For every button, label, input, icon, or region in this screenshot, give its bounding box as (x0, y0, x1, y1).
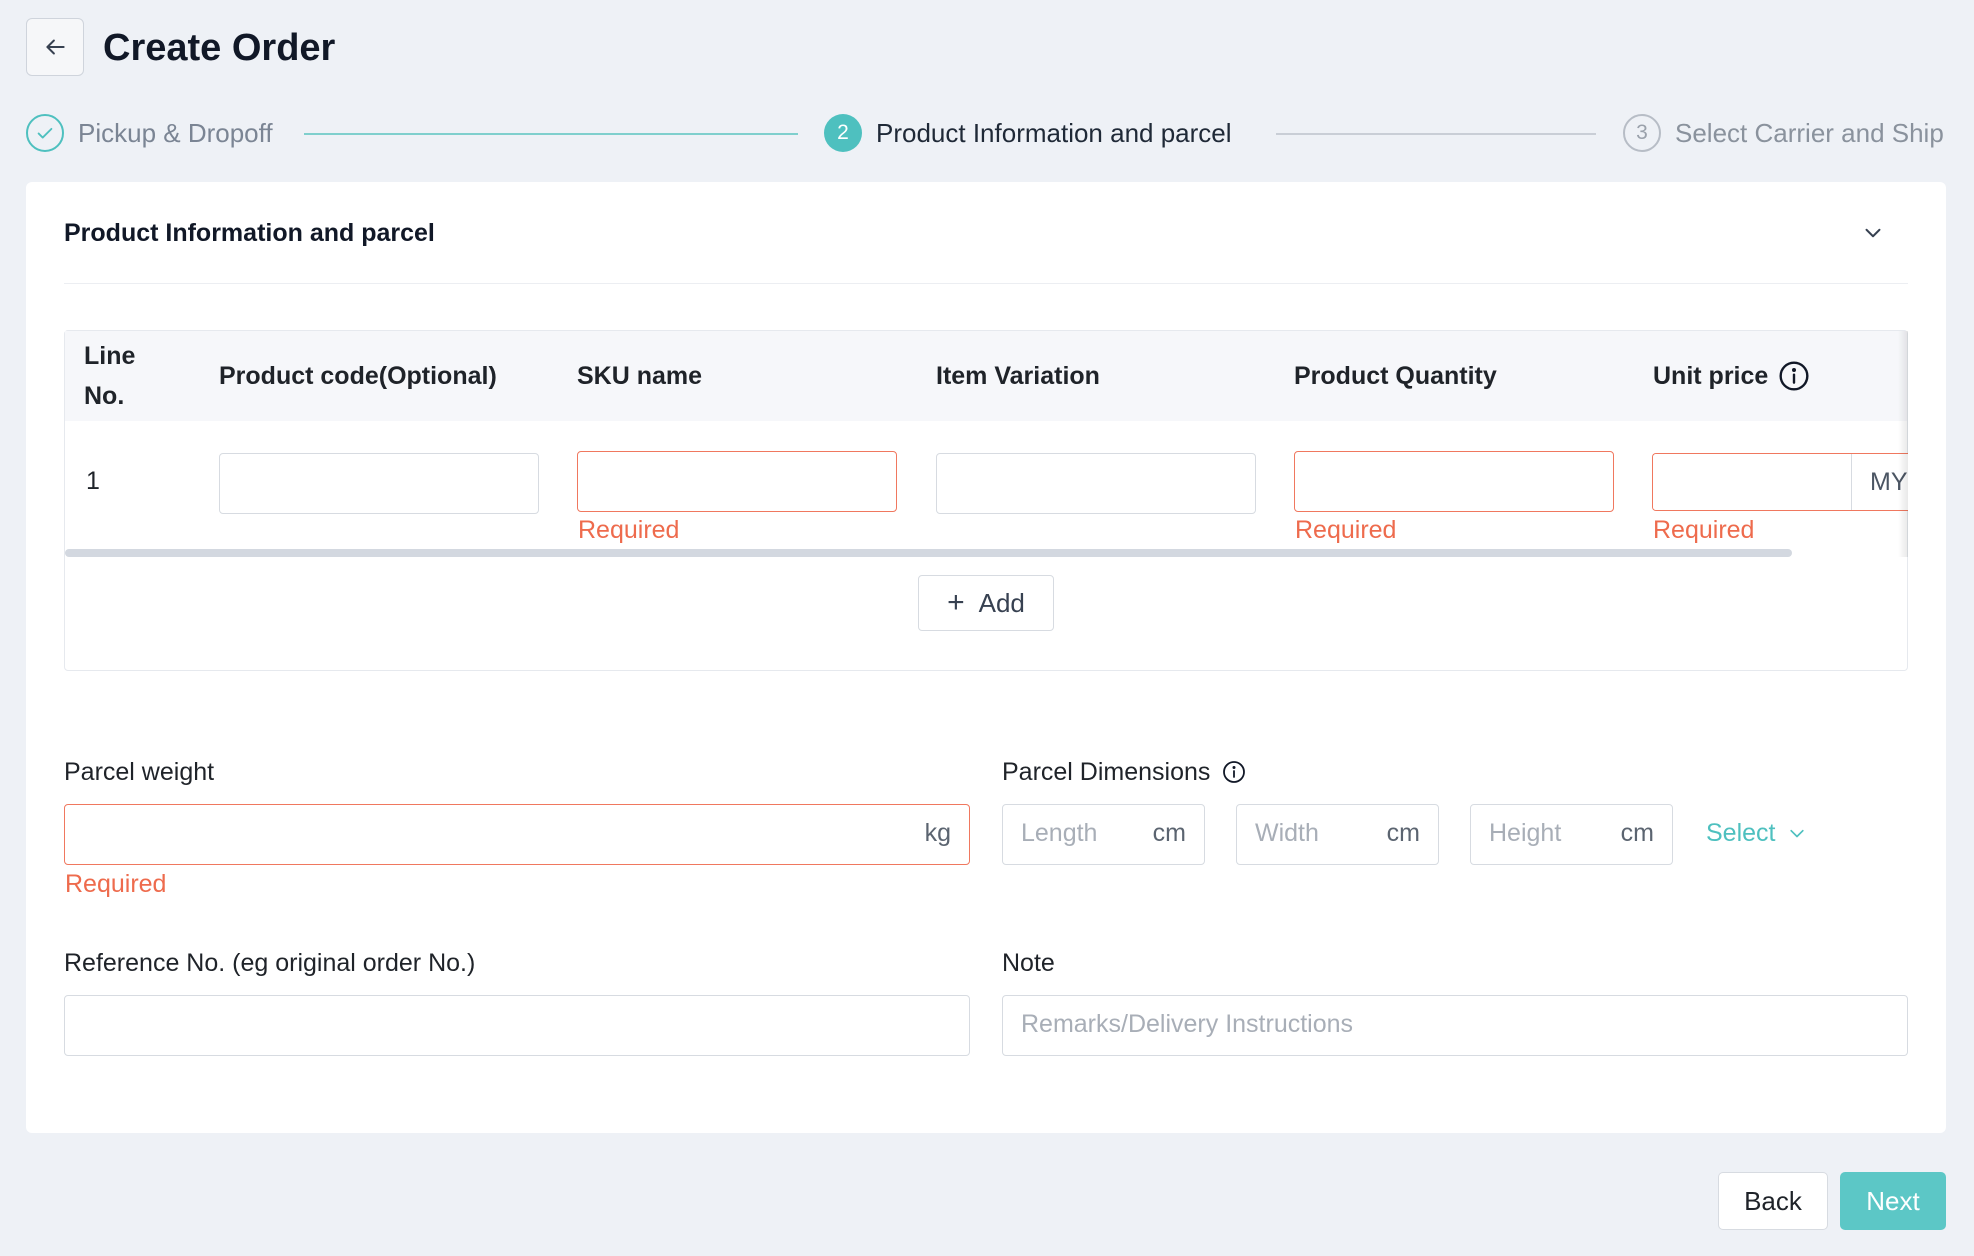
width-unit: cm (1386, 819, 1420, 847)
length-placeholder: Length (1021, 819, 1098, 847)
scroll-shadow (1898, 331, 1908, 557)
column-header-line-no: Line No. (84, 342, 136, 410)
back-button[interactable]: Back (1718, 1172, 1828, 1230)
column-header-unit-price: Unit price (1653, 356, 1810, 396)
unit-price-field: MYR (1652, 453, 1908, 511)
step-number-badge: 2 (824, 114, 862, 152)
parcel-dimensions-label: Parcel Dimensions (1002, 756, 1246, 788)
sku-name-input[interactable] (577, 451, 897, 512)
divider (64, 283, 1908, 284)
product-quantity-error: Required (1295, 516, 1397, 544)
add-label: Add (978, 587, 1025, 618)
width-placeholder: Width (1255, 819, 1319, 847)
column-header-product-quantity: Product Quantity (1294, 362, 1497, 390)
sku-name-error: Required (578, 516, 680, 544)
plus-icon: + (947, 586, 965, 619)
column-header-product-code: Product code(Optional) (219, 362, 497, 390)
section-title: Product Information and parcel (64, 219, 435, 247)
item-variation-input[interactable] (936, 453, 1256, 514)
unit-price-input[interactable] (1653, 454, 1851, 510)
height-unit: cm (1620, 819, 1654, 847)
step-label: Pickup & Dropoff (78, 117, 273, 148)
step-product-information[interactable]: 2 Product Information and parcel (824, 113, 1232, 153)
unit-price-error: Required (1653, 516, 1755, 544)
column-header-sku-name: SKU name (577, 362, 703, 390)
note-placeholder: Remarks/Delivery Instructions (1021, 1010, 1354, 1038)
row-line-number: 1 (86, 467, 100, 495)
horizontal-scrollbar[interactable] (65, 549, 1792, 557)
step-label: Product Information and parcel (876, 117, 1232, 148)
dimension-preset-select[interactable]: Select (1706, 819, 1807, 848)
product-code-input[interactable] (219, 453, 539, 514)
column-header-item-variation: Item Variation (936, 362, 1100, 390)
step-pickup-dropoff[interactable]: Pickup & Dropoff (26, 113, 273, 153)
info-icon[interactable] (1222, 760, 1246, 784)
chevron-down-icon (1790, 829, 1805, 837)
step-number-badge: 3 (1623, 114, 1661, 152)
info-icon[interactable] (1778, 360, 1810, 392)
height-placeholder: Height (1489, 819, 1562, 847)
width-field[interactable]: Width cm (1236, 804, 1439, 865)
check-circle-icon (26, 114, 64, 152)
add-row-button[interactable]: + Add (918, 575, 1054, 631)
step-select-carrier[interactable]: 3 Select Carrier and Ship (1623, 113, 1944, 153)
next-button[interactable]: Next (1840, 1172, 1946, 1230)
reference-no-label: Reference No. (eg original order No.) (64, 949, 476, 977)
step-label: Select Carrier and Ship (1675, 117, 1944, 148)
parcel-weight-error: Required (65, 870, 167, 898)
height-field[interactable]: Height cm (1470, 804, 1673, 865)
page-title: Create Order (103, 27, 336, 69)
note-field[interactable]: Remarks/Delivery Instructions (1002, 995, 1908, 1056)
product-quantity-input[interactable] (1294, 451, 1614, 512)
note-label: Note (1002, 949, 1055, 977)
weight-unit: kg (924, 819, 951, 847)
parcel-weight-input[interactable] (65, 805, 834, 864)
back-arrow-button[interactable] (26, 18, 84, 76)
step-connector (304, 133, 798, 135)
select-label: Select (1706, 819, 1776, 847)
parcel-weight-label: Parcel weight (64, 758, 215, 786)
step-connector (1276, 133, 1596, 135)
length-unit: cm (1152, 819, 1186, 847)
reference-no-input[interactable] (64, 995, 970, 1056)
parcel-weight-field[interactable]: kg (64, 804, 970, 865)
chevron-down-icon[interactable] (1860, 220, 1886, 246)
arrow-left-icon (46, 39, 65, 55)
length-field[interactable]: Length cm (1002, 804, 1205, 865)
